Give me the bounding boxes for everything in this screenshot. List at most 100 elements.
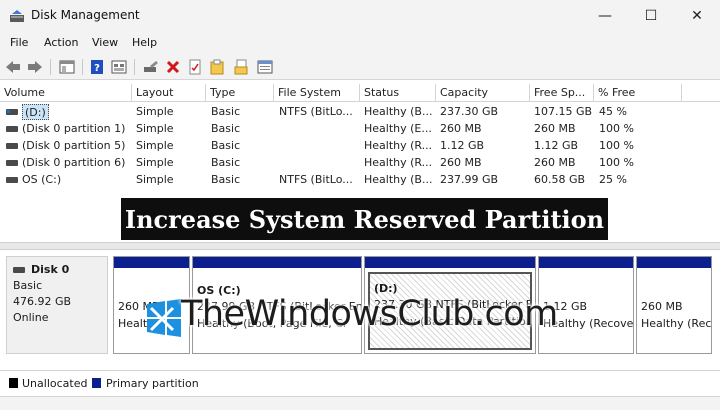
svg-text:?: ? xyxy=(94,63,100,74)
properties-icon xyxy=(111,60,127,74)
volume-status: Healthy (B... xyxy=(364,173,433,186)
partition-size: 260 MB xyxy=(641,300,683,313)
menu-bar: File Action View Help xyxy=(0,32,720,54)
menu-action[interactable]: Action xyxy=(44,36,78,49)
volume-name: (D:) xyxy=(22,104,49,120)
disk-management-app-icon xyxy=(10,10,24,22)
help-icon: ? xyxy=(91,60,103,74)
legend-swatch-primary-partition xyxy=(92,378,101,388)
column-header-volume[interactable]: Volume xyxy=(0,84,132,102)
back-arrow-icon xyxy=(6,61,20,73)
column-header-percent-free[interactable]: % Free xyxy=(594,84,682,102)
column-header-capacity[interactable]: Capacity xyxy=(436,84,530,102)
column-header-status[interactable]: Status xyxy=(360,84,436,102)
volume-drive-icon xyxy=(6,160,18,166)
volume-percent-free: 100 % xyxy=(599,122,634,135)
menu-file[interactable]: File xyxy=(10,36,28,49)
volume-capacity: 237.99 GB xyxy=(440,173,499,186)
volume-row-disk0-partition5[interactable]: (Disk 0 partition 5) Simple Basic Health… xyxy=(0,138,720,154)
volume-type: Basic xyxy=(211,139,241,152)
volume-type: Basic xyxy=(211,105,241,118)
volume-row-os-c[interactable]: OS (C:) Simple Basic NTFS (BitLo... Heal… xyxy=(0,172,720,188)
volume-status: Healthy (B... xyxy=(364,105,433,118)
window-view-icon xyxy=(257,60,273,74)
volume-layout: Simple xyxy=(136,173,174,186)
volume-drive-icon xyxy=(6,109,18,115)
close-icon: ✕ xyxy=(691,8,703,24)
volume-name: OS (C:) xyxy=(22,173,62,186)
volume-row-d[interactable]: (D:) Simple Basic NTFS (BitLo... Healthy… xyxy=(0,104,720,120)
volume-percent-free: 45 % xyxy=(599,105,627,118)
disk-icon xyxy=(13,267,25,273)
delete-button[interactable] xyxy=(164,58,182,76)
legend: Unallocated Primary partition xyxy=(0,370,720,396)
open-item-button[interactable] xyxy=(232,58,250,76)
new-item-button[interactable] xyxy=(208,58,226,76)
volume-type: Basic xyxy=(211,173,241,186)
back-button[interactable] xyxy=(4,58,22,76)
disk-0-label[interactable]: Disk 0 Basic 476.92 GB Online xyxy=(6,256,108,354)
volume-drive-icon xyxy=(6,177,18,183)
column-headers: Volume Layout Type File System Status Ca… xyxy=(0,84,720,102)
forward-arrow-icon xyxy=(28,61,42,73)
document-folder-icon xyxy=(234,59,248,75)
volume-name: (Disk 0 partition 5) xyxy=(22,139,126,152)
drive-connect-icon xyxy=(144,61,158,72)
volume-row-disk0-partition6[interactable]: (Disk 0 partition 6) Simple Basic Health… xyxy=(0,155,720,171)
delete-x-icon xyxy=(166,60,180,74)
legend-label-unallocated: Unallocated xyxy=(22,377,88,390)
disk-type: Basic xyxy=(13,279,43,292)
banner-text: Increase System Reserved Partition xyxy=(124,204,605,234)
volume-drive-icon xyxy=(6,143,18,149)
toolbar-separator xyxy=(134,59,135,75)
view-button[interactable] xyxy=(256,58,274,76)
disk-state: Online xyxy=(13,311,49,324)
column-header-free-space[interactable]: Free Sp... xyxy=(530,84,594,102)
volume-percent-free: 25 % xyxy=(599,173,627,186)
volume-row-disk0-partition1[interactable]: (Disk 0 partition 1) Simple Basic Health… xyxy=(0,121,720,137)
menu-help[interactable]: Help xyxy=(132,36,157,49)
check-button[interactable] xyxy=(186,58,204,76)
primary-partition-bar xyxy=(114,257,189,268)
close-button[interactable]: ✕ xyxy=(674,0,720,32)
volume-name: (Disk 0 partition 6) xyxy=(22,156,126,169)
volume-layout: Simple xyxy=(136,156,174,169)
column-header-layout[interactable]: Layout xyxy=(132,84,206,102)
legend-label-primary-partition: Primary partition xyxy=(106,377,199,390)
volume-file-system: NTFS (BitLo... xyxy=(279,105,353,118)
toolbar-separator xyxy=(82,59,83,75)
maximize-icon: ☐ xyxy=(644,8,658,24)
maximize-button[interactable]: ☐ xyxy=(628,0,674,32)
primary-partition-bar xyxy=(365,257,535,268)
partition-status: Healthy (Rec xyxy=(641,317,712,330)
minimize-icon: — xyxy=(598,8,612,24)
volume-capacity: 237.30 GB xyxy=(440,105,499,118)
partition-block-disk0-partition6[interactable]: 260 MB Healthy (Rec xyxy=(636,256,712,354)
volume-drive-icon xyxy=(6,126,18,132)
help-button[interactable]: ? xyxy=(88,58,106,76)
menu-view[interactable]: View xyxy=(92,36,118,49)
volume-layout: Simple xyxy=(136,105,174,118)
volume-status: Healthy (R... xyxy=(364,139,433,152)
volume-capacity: 260 MB xyxy=(440,156,482,169)
volume-layout: Simple xyxy=(136,139,174,152)
primary-partition-bar xyxy=(637,257,711,268)
watermark-text: TheWindowsClub.com xyxy=(181,294,558,334)
connect-drive-button[interactable] xyxy=(142,58,160,76)
show-hide-console-tree-button[interactable] xyxy=(58,58,76,76)
legend-swatch-unallocated xyxy=(9,378,18,388)
column-header-type[interactable]: Type xyxy=(206,84,274,102)
volume-percent-free: 100 % xyxy=(599,156,634,169)
volume-layout: Simple xyxy=(136,122,174,135)
properties-button[interactable] xyxy=(110,58,128,76)
pane-splitter[interactable] xyxy=(0,242,720,250)
minimize-button[interactable]: — xyxy=(582,0,628,32)
watermark: TheWindowsClub.com xyxy=(143,294,613,340)
volume-capacity: 260 MB xyxy=(440,122,482,135)
volume-type: Basic xyxy=(211,156,241,169)
primary-partition-bar xyxy=(193,257,361,268)
forward-button[interactable] xyxy=(26,58,44,76)
console-tree-icon xyxy=(59,60,75,74)
column-header-file-system[interactable]: File System xyxy=(274,84,360,102)
toolbar: ? xyxy=(0,54,720,80)
